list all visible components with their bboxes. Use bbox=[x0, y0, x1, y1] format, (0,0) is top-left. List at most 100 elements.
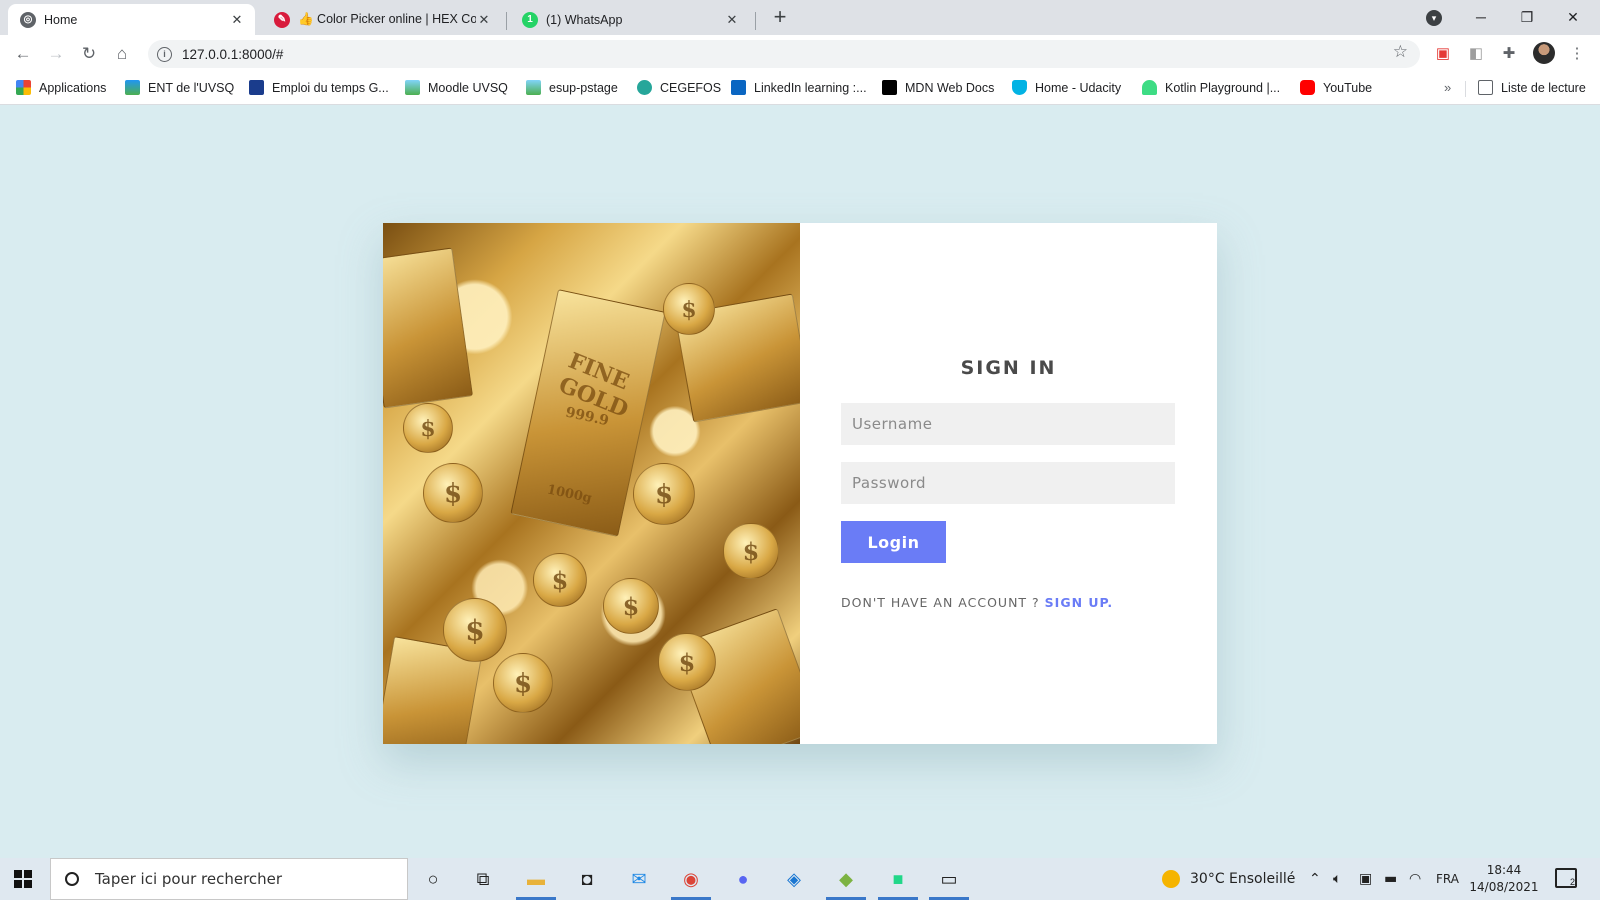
bookmark-emploi-du-temps[interactable]: Emploi du temps G... bbox=[249, 80, 389, 95]
apps-grid-icon bbox=[16, 80, 31, 95]
bookmark-ent-uvsq[interactable]: ENT de l'UVSQ bbox=[125, 80, 234, 95]
gold-coin: $ bbox=[603, 578, 659, 634]
bookmark-esup-pstage[interactable]: esup-pstage bbox=[526, 80, 618, 95]
reading-list-label: Liste de lecture bbox=[1501, 80, 1586, 95]
moodle-icon bbox=[405, 80, 420, 95]
signup-prompt: DON'T HAVE AN ACCOUNT ? SIGN UP. bbox=[841, 595, 1113, 610]
username-input[interactable] bbox=[841, 403, 1175, 445]
gold-coin: $ bbox=[633, 463, 695, 525]
back-arrow-icon[interactable]: ← bbox=[10, 41, 36, 67]
youtube-icon bbox=[1300, 80, 1315, 95]
bookmark-moodle[interactable]: Moodle UVSQ bbox=[405, 80, 508, 95]
app-icon[interactable]: ◈ bbox=[780, 865, 808, 893]
esup-icon bbox=[526, 80, 541, 95]
gold-coin: $ bbox=[658, 633, 716, 691]
bookmark-label: CEGEFOS bbox=[660, 80, 722, 95]
tab-separator bbox=[506, 12, 507, 30]
bookmark-label: Home - Udacity bbox=[1035, 80, 1122, 95]
tab-home[interactable]: ◎ Home ✕ bbox=[8, 4, 255, 35]
windows-start-icon[interactable] bbox=[14, 870, 32, 888]
bookmark-youtube[interactable]: YouTube bbox=[1300, 80, 1372, 95]
bookmarks-overflow-chevron-icon[interactable]: » bbox=[1444, 80, 1451, 95]
bookmark-label: Emploi du temps G... bbox=[272, 80, 389, 95]
bookmark-udacity[interactable]: Home - Udacity bbox=[1012, 80, 1121, 95]
chrome-icon[interactable]: ◉ bbox=[677, 865, 705, 893]
file-explorer-icon[interactable]: ▬ bbox=[522, 865, 550, 893]
bookmark-label: MDN Web Docs bbox=[905, 80, 995, 95]
language-indicator[interactable]: FRA bbox=[1436, 858, 1459, 900]
home-icon[interactable]: ⌂ bbox=[109, 41, 135, 67]
pocket-extension-icon[interactable]: ▣ bbox=[1433, 44, 1453, 64]
bookmark-label: ENT de l'UVSQ bbox=[148, 80, 235, 95]
weather-widget[interactable]: 30°C Ensoleillé bbox=[1162, 858, 1295, 900]
notification-center-icon[interactable]: 2 bbox=[1555, 868, 1577, 888]
reload-icon[interactable]: ↻ bbox=[76, 41, 102, 67]
store-icon[interactable]: ◘ bbox=[573, 865, 601, 893]
profile-avatar[interactable] bbox=[1533, 42, 1555, 64]
puzzle-extensions-icon[interactable]: ✚ bbox=[1499, 44, 1519, 64]
clock-date: 14/08/2021 bbox=[1469, 880, 1539, 894]
weather-text: 30°C Ensoleillé bbox=[1190, 871, 1296, 887]
forward-arrow-icon[interactable]: → bbox=[43, 41, 69, 67]
tray-chevron-icon[interactable]: ⌃ bbox=[1309, 858, 1321, 900]
close-icon[interactable]: ✕ bbox=[724, 12, 740, 28]
tab-whatsapp[interactable]: 1 (1) WhatsApp ✕ bbox=[510, 4, 750, 35]
site-info-icon[interactable]: i bbox=[157, 46, 172, 62]
reading-list[interactable]: Liste de lecture bbox=[1478, 80, 1586, 95]
minimize-button[interactable]: ─ bbox=[1458, 4, 1504, 30]
bookmark-label: YouTube bbox=[1323, 80, 1373, 95]
taskbar-clock[interactable]: 18:44 14/08/2021 bbox=[1468, 862, 1540, 896]
sun-icon bbox=[1162, 870, 1180, 888]
globe-icon: ◎ bbox=[20, 11, 36, 28]
close-window-button[interactable]: ✕ bbox=[1550, 4, 1596, 30]
gold-coin: $ bbox=[443, 598, 507, 662]
url-text[interactable]: 127.0.0.1:8000/# bbox=[182, 47, 283, 62]
bookmark-kotlin-playground[interactable]: Kotlin Playground |... bbox=[1142, 80, 1280, 95]
extension-icon[interactable]: ◧ bbox=[1466, 44, 1486, 64]
task-view-icon[interactable]: ⧉ bbox=[469, 865, 497, 893]
volume-icon[interactable]: 🔈︎ bbox=[1333, 858, 1341, 900]
gold-bar bbox=[383, 247, 474, 409]
udacity-icon bbox=[1012, 80, 1027, 95]
restore-button[interactable]: ❐ bbox=[1504, 4, 1550, 30]
signup-link[interactable]: SIGN UP. bbox=[1045, 595, 1114, 610]
gold-coin: $ bbox=[423, 463, 483, 523]
login-card: FINE GOLD 999.9 1000g $ $ $ $ $ $ $ $ $ … bbox=[383, 223, 1217, 744]
tab-color-picker[interactable]: ✎ 👍 Color Picker online | HEX Color ✕ bbox=[262, 4, 502, 35]
android-studio-icon[interactable]: ◆ bbox=[832, 865, 860, 893]
login-button[interactable]: Login bbox=[841, 521, 946, 563]
gold-coin: $ bbox=[533, 553, 587, 607]
windows-taskbar: Taper ici pour rechercher ○ ⧉ ▬ ◘ ✉ ◉ ● … bbox=[0, 858, 1600, 900]
new-tab-button[interactable]: + bbox=[768, 6, 792, 30]
address-bar[interactable]: i 127.0.0.1:8000/# ☆ bbox=[148, 40, 1420, 68]
pycharm-icon[interactable]: ■ bbox=[884, 865, 912, 893]
login-form: SIGN IN Login DON'T HAVE AN ACCOUNT ? SI… bbox=[800, 223, 1217, 744]
display-icon[interactable]: ▣ bbox=[1359, 858, 1372, 900]
bookmark-star-icon[interactable]: ☆ bbox=[1393, 42, 1408, 62]
bookmark-mdn[interactable]: MDN Web Docs bbox=[882, 80, 994, 95]
battery-icon[interactable]: ▬ bbox=[1384, 858, 1397, 900]
page-content: FINE GOLD 999.9 1000g $ $ $ $ $ $ $ $ $ … bbox=[0, 106, 1600, 858]
bookmark-label: Moodle UVSQ bbox=[428, 80, 508, 95]
cortana-icon[interactable]: ○ bbox=[419, 865, 447, 893]
password-input[interactable] bbox=[841, 462, 1175, 504]
bookmarks-bar: Applications ENT de l'UVSQ Emploi du tem… bbox=[0, 73, 1600, 105]
close-icon[interactable]: ✕ bbox=[476, 12, 492, 28]
calendar-icon bbox=[249, 80, 264, 95]
wifi-icon[interactable]: ◠ bbox=[1409, 858, 1421, 900]
bookmark-applications[interactable]: Applications bbox=[16, 80, 106, 95]
notification-count: 2 bbox=[1569, 877, 1575, 887]
terminal-icon[interactable]: ▭ bbox=[935, 865, 963, 893]
gold-coin: $ bbox=[493, 653, 553, 713]
bookmark-linkedin-learning[interactable]: LinkedIn learning :... bbox=[731, 80, 867, 95]
close-icon[interactable]: ✕ bbox=[229, 12, 245, 28]
bookmark-cegefos[interactable]: CEGEFOS bbox=[637, 80, 721, 95]
menu-dots-icon[interactable]: ⋮ bbox=[1567, 44, 1587, 64]
whatsapp-icon: 1 bbox=[522, 11, 538, 28]
discord-icon[interactable]: ● bbox=[729, 865, 757, 893]
taskbar-search[interactable]: Taper ici pour rechercher bbox=[50, 858, 408, 900]
mail-icon[interactable]: ✉ bbox=[625, 865, 653, 893]
gold-coin: $ bbox=[723, 523, 779, 579]
tab-search-icon[interactable]: ▾ bbox=[1426, 10, 1442, 26]
reading-list-icon bbox=[1478, 80, 1493, 95]
